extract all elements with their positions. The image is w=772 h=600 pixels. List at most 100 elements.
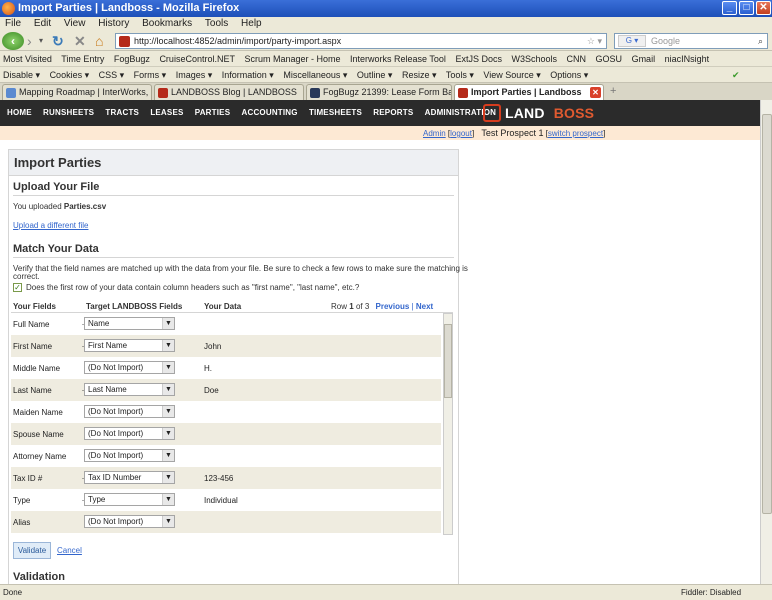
target-field-select[interactable]: Tax ID Number ▼ [84,471,175,484]
menu-file[interactable]: File [5,18,21,29]
target-field-select[interactable]: First Name ▼ [84,339,175,352]
dev-cookies[interactable]: Cookies ▾ [50,70,90,80]
grid-scroll-thumb[interactable] [444,324,452,398]
cancel-link[interactable]: Cancel [57,546,82,555]
field-mapping-grid: Full Name → Name▼ First Name → First Nam… [11,313,441,535]
bookmark-star-icon[interactable]: ☆ ▾ [587,34,602,48]
bookmark-w3schools[interactable]: W3Schools [511,54,557,64]
dev-disable[interactable]: Disable ▾ [3,70,40,80]
bookmark-gmail[interactable]: Gmail [632,54,656,64]
target-field-select[interactable]: (Do Not Import) ▼ [84,515,175,528]
url-bar[interactable]: http://localhost:4852/admin/import/party… [115,33,607,49]
bookmark-gosu[interactable]: GOSU [596,54,623,64]
landboss-logo[interactable]: LAND BOSS [483,103,603,123]
validate-button[interactable]: Validate [13,542,51,559]
google-engine-icon[interactable]: G ▾ [618,35,646,47]
dev-resize[interactable]: Resize ▾ [402,70,437,80]
search-icon[interactable]: ⌕ [758,34,763,48]
chevron-down-icon: ▼ [162,450,174,461]
divider [13,257,454,258]
bookmark-scrum-manager[interactable]: Scrum Manager - Home [244,54,340,64]
headers-checkbox[interactable]: ✓ [13,283,22,292]
new-tab-icon[interactable]: + [610,85,616,97]
mapping-row: Alias (Do Not Import) ▼ [11,511,441,533]
bookmark-cnn[interactable]: CNN [567,54,587,64]
fiddler-status[interactable]: Fiddler: Disabled [681,585,741,600]
target-field-select[interactable]: (Do Not Import) ▼ [84,427,175,440]
tab-import-parties[interactable]: Import Parties | Landboss ✕ [454,84,604,100]
bookmark-niacinsight[interactable]: niacINsight [665,54,710,64]
close-button[interactable]: ✕ [756,1,771,15]
menu-history[interactable]: History [98,18,129,29]
tab-landboss-blog[interactable]: LANDBOSS Blog | LANDBOSS [154,84,304,100]
url-text: http://localhost:4852/admin/import/party… [134,36,342,46]
page-scrollbar[interactable] [760,100,772,584]
target-field-select[interactable]: (Do Not Import) ▼ [84,361,175,374]
stop-icon[interactable]: ✕ [74,33,86,49]
nav-leases[interactable]: LEASES [150,108,183,117]
menu-help[interactable]: Help [241,18,262,29]
status-check-icon: ✔ [732,70,740,80]
dev-forms[interactable]: Forms ▾ [134,70,167,80]
next-link[interactable]: Next [416,302,433,311]
logout-link[interactable]: logout [450,129,472,138]
nav-parties[interactable]: PARTIES [195,108,230,117]
dev-options[interactable]: Options ▾ [550,70,588,80]
menu-view[interactable]: View [64,18,86,29]
target-value: (Do Not Import) [88,517,144,526]
dev-view-source[interactable]: View Source ▾ [483,70,540,80]
import-panel: Import Parties Upload Your File You uplo… [8,149,468,584]
menu-tools[interactable]: Tools [205,18,228,29]
home-icon[interactable]: ⌂ [95,33,103,49]
nav-home[interactable]: HOME [7,108,32,117]
bookmark-release-tool[interactable]: Interworks Release Tool [350,54,446,64]
field-name: Alias [13,518,31,527]
back-button[interactable]: ‹ [2,32,24,50]
bookmark-extjs[interactable]: ExtJS Docs [455,54,502,64]
dev-css[interactable]: CSS ▾ [99,70,125,80]
search-input[interactable]: G ▾ Google ⌕ [614,33,768,49]
target-field-select[interactable]: (Do Not Import) ▼ [84,449,175,462]
bookmark-most-visited[interactable]: Most Visited [3,54,52,64]
upload-different-link[interactable]: Upload a different file [13,221,88,230]
dev-outline[interactable]: Outline ▾ [357,70,393,80]
nav-tracts[interactable]: TRACTS [105,108,139,117]
menu-bookmarks[interactable]: Bookmarks [142,18,192,29]
tab-mapping-roadmap[interactable]: Mapping Roadmap | InterWorks, Inc. [2,84,152,100]
target-field-select[interactable]: Last Name ▼ [84,383,175,396]
target-value: (Do Not Import) [88,451,144,460]
data-value: Doe [204,386,219,395]
divider [13,195,454,196]
page-scroll-thumb[interactable] [762,114,772,514]
admin-link[interactable]: Admin [423,129,446,138]
menu-edit[interactable]: Edit [34,18,51,29]
close-tab-icon[interactable]: ✕ [590,87,601,98]
dev-miscellaneous[interactable]: Miscellaneous ▾ [283,70,347,80]
target-field-select[interactable]: Name ▼ [84,317,175,330]
maximize-button[interactable]: □ [739,1,754,15]
site-navigation: HOME RUNSHEETS TRACTS LEASES PARTIES ACC… [0,100,760,126]
mapping-row: Attorney Name (Do Not Import) ▼ [11,445,441,467]
tab-bar: Mapping Roadmap | InterWorks, Inc. LANDB… [0,83,772,100]
reload-icon[interactable]: ↻ [52,33,64,49]
dev-tools[interactable]: Tools ▾ [446,70,474,80]
bookmark-fogbugz[interactable]: FogBugz [114,54,150,64]
grid-scrollbar[interactable] [443,313,453,535]
dev-information[interactable]: Information ▾ [222,70,274,80]
dev-images[interactable]: Images ▾ [176,70,213,80]
nav-runsheets[interactable]: RUNSHEETS [43,108,94,117]
bookmark-time-entry[interactable]: Time Entry [61,54,104,64]
nav-accounting[interactable]: ACCOUNTING [241,108,297,117]
tab-fogbugz[interactable]: FogBugz 21399: Lease Form Batch Doc... [306,84,452,100]
minimize-button[interactable]: _ [722,1,737,15]
forward-icon[interactable]: › [27,33,32,49]
nav-reports[interactable]: REPORTS [373,108,413,117]
history-dropdown-icon[interactable]: ▾ [39,33,43,49]
switch-prospect-link[interactable]: switch prospect [548,129,603,138]
previous-link[interactable]: Previous [376,302,410,311]
nav-timesheets[interactable]: TIMESHEETS [309,108,362,117]
bookmark-cruisecontrol[interactable]: CruiseControl.NET [159,54,235,64]
target-field-select[interactable]: (Do Not Import) ▼ [84,405,175,418]
window-titlebar: Import Parties | Landboss - Mozilla Fire… [0,0,772,17]
target-field-select[interactable]: Type ▼ [84,493,175,506]
